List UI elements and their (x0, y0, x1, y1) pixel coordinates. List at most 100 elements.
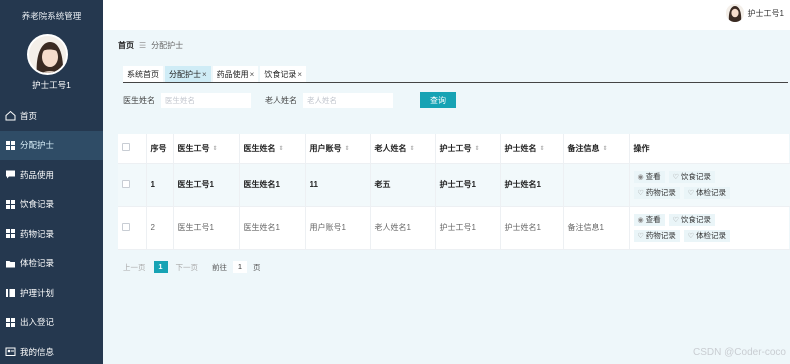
tab-diet-record[interactable]: 饮食记录 × (260, 66, 307, 82)
sort-icon[interactable]: ⇕ (603, 145, 608, 152)
sort-icon[interactable]: ⇕ (540, 145, 545, 152)
column-header[interactable]: 备注信息 ⇕ (563, 134, 630, 164)
column-header[interactable]: 用户账号 ⇕ (305, 134, 371, 164)
sidebar-item-care-plan[interactable]: 护理计划 (0, 278, 103, 308)
doctor-name-label: 医生姓名 (123, 95, 155, 105)
watermark: CSDN @Coder-coco (693, 347, 786, 358)
chat-icon (5, 169, 16, 180)
checkup-record-button[interactable]: ♡ 体检记录 (683, 229, 731, 242)
cell-nurse-id: 护士工号1 (435, 163, 501, 207)
column-header[interactable]: 医生工号 ⇕ (173, 134, 240, 164)
heart-icon: ♡ (637, 189, 644, 197)
medicine-record-button[interactable]: ♡ 药物记录 (633, 229, 680, 242)
sidebar-item-assign-nurse[interactable]: 分配护士 (0, 130, 103, 160)
tab-label: 药品使用 (216, 69, 249, 79)
grid-icon (5, 140, 16, 151)
grid-icon (5, 199, 16, 210)
sidebar-item-home[interactable]: 首页 (0, 101, 103, 131)
top-user-menu[interactable]: 护士工号1 (725, 4, 784, 22)
main-content: 首页 ☰ 分配护士 系统首页 分配护士 × 药品使用 × 饮食记录 × 医生姓名… (103, 30, 790, 364)
sidebar: 养老院系统管理 护士工号1 首页 分配护士 药品使用 饮食记录 药物记录 体检记… (0, 0, 103, 364)
folder-icon (5, 258, 16, 269)
cell-index: 1 (146, 163, 174, 207)
eye-icon: ◉ (637, 216, 644, 224)
sidebar-item-medicine-use[interactable]: 药品使用 (0, 160, 103, 190)
checkup-record-button[interactable]: ♡ 体检记录 (683, 186, 731, 199)
tab-close-icon[interactable]: × (297, 70, 302, 79)
tab-label: 饮食记录 (264, 69, 297, 79)
select-all-checkbox[interactable] (122, 143, 130, 152)
tab-close-icon[interactable]: × (250, 70, 255, 79)
elder-name-label: 老人姓名 (265, 95, 297, 105)
sort-icon[interactable]: ⇕ (345, 145, 350, 152)
medicine-record-button[interactable]: ♡ 药物记录 (633, 186, 680, 199)
tab-label: 系统首页 (127, 69, 159, 79)
cell-user-account: 用户账号1 (305, 206, 371, 250)
data-table: 序号 医生工号 ⇕ 医生姓名 ⇕ 用户账号 ⇕ 老人姓名 ⇕ 护士工号 ⇕ 护士姓名 ⇕ 备… (118, 134, 790, 250)
page-number-current[interactable]: 1 (153, 261, 168, 273)
heart-icon: ♡ (637, 232, 644, 240)
column-header[interactable]: 护士工号 ⇕ (435, 134, 501, 164)
cell-index: 2 (146, 206, 174, 250)
sidebar-item-diet-record[interactable]: 饮食记录 (0, 190, 103, 220)
top-bar: 护士工号1 (103, 0, 790, 30)
breadcrumb: 首页 ☰ 分配护士 (118, 40, 183, 51)
sidebar-item-drug-record[interactable]: 药物记录 (0, 219, 103, 249)
next-page-button[interactable]: 下一页 (176, 262, 199, 273)
column-header[interactable]: 老人姓名 ⇕ (370, 134, 436, 164)
avatar[interactable] (27, 34, 68, 75)
heart-icon: ♡ (687, 232, 695, 240)
cell-nurse-name: 护士姓名1 (500, 206, 564, 250)
cell-actions: ◉ 查看 ♡ 饮食记录 ♡ 药物记录 ♡ 体检记录 (629, 206, 790, 250)
doctor-name-input[interactable] (161, 92, 251, 108)
row-checkbox[interactable] (122, 222, 130, 231)
row-checkbox[interactable] (122, 179, 130, 188)
view-button[interactable]: ◉ 查看 (633, 213, 665, 226)
pagination: 上一页 1 下一页 前往 1 页 (123, 261, 261, 273)
sort-icon[interactable]: ⇕ (213, 145, 218, 152)
query-button[interactable]: 查询 (420, 92, 456, 108)
cell-remark: 备注信息1 (563, 206, 630, 250)
avatar-portrait-icon (725, 4, 744, 22)
sort-icon[interactable]: ⇕ (410, 145, 415, 152)
column-header[interactable]: 护士姓名 ⇕ (500, 134, 564, 164)
column-header[interactable]: 医生姓名 ⇕ (239, 134, 306, 164)
column-header: 操作 (629, 134, 790, 164)
sidebar-item-label: 体检记录 (20, 258, 55, 269)
cell-doctor-name: 医生姓名1 (239, 206, 306, 250)
sidebar-user-name: 护士工号1 (32, 80, 71, 90)
tab-label: 分配护士 (169, 69, 201, 79)
tab-close-icon[interactable]: × (202, 70, 207, 79)
tab-system-home[interactable]: 系统首页 (123, 66, 163, 82)
diet-record-button[interactable]: ♡ 饮食记录 (668, 213, 715, 226)
table-row[interactable]: 1 医生工号1 医生姓名1 11 老五 护士工号1 护士姓名1 ◉ 查看 ♡ 饮食记… (118, 163, 790, 207)
cell-user-account: 11 (305, 163, 371, 207)
sidebar-item-checkup-record[interactable]: 体检记录 (0, 249, 103, 279)
goto-page-input[interactable]: 1 (233, 261, 247, 273)
tab-medicine-use[interactable]: 药品使用 × (212, 66, 259, 82)
prev-page-button[interactable]: 上一页 (123, 262, 146, 273)
system-title: 养老院系统管理 (21, 11, 82, 21)
table-row[interactable]: 2 医生工号1 医生姓名1 用户账号1 老人姓名1 护士工号1 护士姓名1 备注… (118, 206, 790, 250)
sidebar-item-my-info[interactable]: 我的信息 (0, 337, 103, 364)
sidebar-menu: 首页 分配护士 药品使用 饮食记录 药物记录 体检记录 护理计划 出入登记 我的… (0, 101, 103, 364)
elder-name-input[interactable] (303, 92, 393, 108)
sidebar-item-label: 饮食记录 (20, 199, 55, 210)
tab-bar: 系统首页 分配护士 × 药品使用 × 饮食记录 × (123, 66, 788, 83)
sidebar-item-entry-exit[interactable]: 出入登记 (0, 308, 103, 338)
avatar (725, 4, 744, 22)
cell-nurse-id: 护士工号1 (435, 206, 501, 250)
breadcrumb-current: 分配护士 (151, 41, 184, 50)
cell-elder-name: 老人姓名1 (370, 206, 436, 250)
sort-icon[interactable]: ⇕ (475, 145, 480, 152)
column-header: 序号 (146, 134, 174, 164)
grid-icon (5, 317, 16, 328)
cell-remark (563, 163, 630, 207)
tab-assign-nurse[interactable]: 分配护士 × (165, 66, 211, 82)
search-form: 医生姓名 老人姓名 查询 (123, 92, 456, 108)
diet-record-button[interactable]: ♡ 饮食记录 (668, 170, 715, 183)
sort-icon[interactable]: ⇕ (279, 145, 284, 152)
breadcrumb-home[interactable]: 首页 (118, 40, 134, 51)
view-button[interactable]: ◉ 查看 (633, 170, 665, 183)
sidebar-item-label: 首页 (20, 110, 38, 121)
